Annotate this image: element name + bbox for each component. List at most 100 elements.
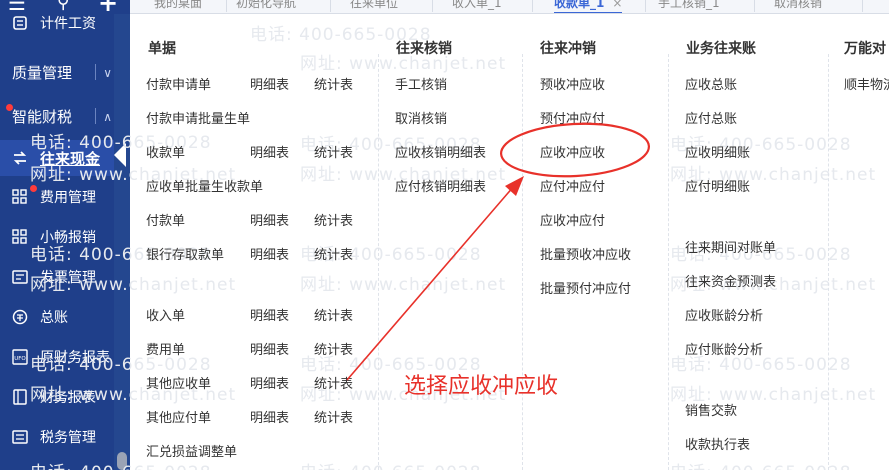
column-header-offset: 往来冲销 <box>540 41 596 57</box>
menu-link-cancel-reconcile[interactable]: 取消核销 <box>395 108 447 127</box>
menu-link-detail[interactable]: 明细表 <box>250 305 289 324</box>
tab-manual-reconcile[interactable]: 手工核销_1 <box>658 0 720 13</box>
menu-link-stats[interactable]: 统计表 <box>314 373 353 392</box>
watermark-text: 电话: 400-665-0028 <box>670 458 852 470</box>
tab-desktop[interactable]: 我的桌面 <box>154 0 202 13</box>
app-root: ☰ ⚲ + 我的桌面 初始化导航 往来单位 收入单_1 收款单_1 × 手工核销_… <box>0 0 889 470</box>
menu-link-sf-logistics[interactable]: 顺丰物流 <box>844 74 889 93</box>
menu-link-ap-general-ledger[interactable]: 应付总账 <box>685 108 737 127</box>
menu-link-ar-reconcile-detail[interactable]: 应收核销明细表 <box>395 142 486 161</box>
doc-icon <box>12 15 28 31</box>
sidebar-item-expense[interactable]: 费用管理 <box>0 179 114 215</box>
ufo-icon: UFO <box>12 349 28 365</box>
menu-link-stats[interactable]: 统计表 <box>314 339 353 358</box>
column-divider <box>828 54 829 470</box>
tab-init-guide[interactable]: 初始化导航 <box>236 0 296 13</box>
menu-link-stats[interactable]: 统计表 <box>314 142 353 161</box>
menu-link-ap-detail-ledger[interactable]: 应付明细账 <box>685 176 750 195</box>
invoice-icon <box>12 269 28 285</box>
sidebar-item-ledger[interactable]: 总账 <box>0 299 114 335</box>
menu-link-period-statement[interactable]: 往来期间对账单 <box>685 237 776 256</box>
menu-link-detail[interactable]: 明细表 <box>250 407 289 426</box>
sidebar-item-cash[interactable]: 往来现金 <box>0 140 114 176</box>
sidebar-scrollbar[interactable] <box>114 14 130 470</box>
menu-link-ar-detail-ledger[interactable]: 应收明细账 <box>685 142 750 161</box>
close-icon[interactable]: × <box>612 0 622 10</box>
menu-link-other-payable[interactable]: 其他应付单 <box>146 407 211 426</box>
tab-bar: 我的桌面 初始化导航 往来单位 收入单_1 收款单_1 × 手工核销_1 取消核销 <box>130 0 889 14</box>
menu-link-manual-reconcile[interactable]: 手工核销 <box>395 74 447 93</box>
sidebar-item-piecework[interactable]: 计件工资 <box>0 10 114 36</box>
grid-icon <box>12 229 28 245</box>
column-header-reconcile: 往来核销 <box>396 41 452 57</box>
menu-link-income[interactable]: 收入单 <box>146 305 185 324</box>
menu-link-detail[interactable]: 明细表 <box>250 244 289 263</box>
sidebar-item-tax[interactable]: 税务管理 <box>0 419 114 455</box>
tab-partners[interactable]: 往来单位 <box>350 0 398 13</box>
menu-link-prepay-offset-ap[interactable]: 预付冲应付 <box>540 108 605 127</box>
menu-link-stats[interactable]: 统计表 <box>314 244 353 263</box>
sidebar-item-reimburse[interactable]: 小畅报销 <box>0 219 114 255</box>
sidebar-item-report[interactable]: 财务报表 <box>0 379 114 415</box>
grid-icon <box>12 189 28 205</box>
column-header-wanneng: 万能对 <box>844 41 886 57</box>
column-header-business: 业务往来账 <box>686 41 756 57</box>
column-divider <box>378 54 379 470</box>
menu-link-ap-aging[interactable]: 应付账龄分析 <box>685 339 763 358</box>
notification-dot <box>6 104 13 111</box>
menu-link-batch-prepay-offset[interactable]: 批量预付冲应付 <box>540 278 631 297</box>
menu-link-ar-general-ledger[interactable]: 应收总账 <box>685 74 737 93</box>
tab-cancel-reconcile[interactable]: 取消核销 <box>774 0 822 13</box>
menu-link-prerecv-offset-ar[interactable]: 预收冲应收 <box>540 74 605 93</box>
menu-link-cash-forecast[interactable]: 往来资金预测表 <box>685 271 776 290</box>
tab-income[interactable]: 收入单_1 <box>452 0 502 13</box>
menu-link-ar-offset-ap[interactable]: 应收冲应付 <box>540 210 605 229</box>
menu-link-expense[interactable]: 费用单 <box>146 339 185 358</box>
notification-dot <box>30 185 37 192</box>
menu-link-other-receivable[interactable]: 其他应收单 <box>146 373 211 392</box>
menu-link-detail[interactable]: 明细表 <box>250 373 289 392</box>
menu-link-batch-prerecv-offset[interactable]: 批量预收冲应收 <box>540 244 631 263</box>
watermark-text: 网址: www.chanjet.net <box>300 275 507 295</box>
menu-link-receipt[interactable]: 收款单 <box>146 142 185 161</box>
watermark-text: 电话: 400-665-0028 <box>300 458 482 470</box>
menu-link-ap-reconcile-detail[interactable]: 应付核销明细表 <box>395 176 486 195</box>
ledger-icon <box>12 309 28 325</box>
menu-link-ar-offset-ar[interactable]: 应收冲应收 <box>540 142 605 161</box>
menu-link-stats[interactable]: 统计表 <box>314 210 353 229</box>
menu-link-ar-aging[interactable]: 应收账龄分析 <box>685 305 763 324</box>
column-divider <box>522 54 523 470</box>
chevron-up-icon[interactable]: ∧ <box>103 110 112 124</box>
menu-link-detail[interactable]: 明细表 <box>250 74 289 93</box>
menu-link-fx-adjust[interactable]: 汇兑损益调整单 <box>146 441 237 460</box>
menu-link-bank-deposit[interactable]: 银行存取款单 <box>146 244 224 263</box>
column-divider <box>668 54 669 470</box>
sidebar: 计件工资 质量管理 ∨ 智能财税 ∧ 往来现金 费用管理 小畅报销 发票管理 总… <box>0 14 130 470</box>
sidebar-group-quality[interactable]: 质量管理 ∨ <box>0 54 114 90</box>
menu-link-detail[interactable]: 明细表 <box>250 339 289 358</box>
menu-link-stats[interactable]: 统计表 <box>314 74 353 93</box>
menu-link-stats[interactable]: 统计表 <box>314 305 353 324</box>
menu-link-sales-payment[interactable]: 销售交款 <box>685 400 737 419</box>
active-pointer <box>114 143 126 167</box>
chevron-down-icon[interactable]: ∨ <box>103 66 112 80</box>
menu-link-receipt-execution[interactable]: 收款执行表 <box>685 434 750 453</box>
annotation-text: 选择应收冲应收 <box>404 374 559 399</box>
menu-link-ap-offset-ap[interactable]: 应付冲应付 <box>540 176 605 195</box>
report-icon <box>12 389 28 405</box>
menu-link-payment[interactable]: 付款单 <box>146 210 185 229</box>
menu-link-detail[interactable]: 明细表 <box>250 210 289 229</box>
tab-receipt[interactable]: 收款单_1 × <box>554 0 623 13</box>
menu-link-payment-request-batch[interactable]: 付款申请批量生单 <box>146 108 250 127</box>
menu-link-payment-request[interactable]: 付款申请单 <box>146 74 211 93</box>
sidebar-item-old-report[interactable]: UFO 原财务报表 <box>0 339 114 375</box>
exchange-icon <box>12 150 28 166</box>
menu-link-receivable-batch[interactable]: 应收单批量生收款单 <box>146 176 263 195</box>
tax-icon <box>12 429 28 445</box>
sidebar-item-invoice[interactable]: 发票管理 <box>0 259 114 295</box>
menu-link-stats[interactable]: 统计表 <box>314 407 353 426</box>
menu-panel: 电话: 400-665-0028 网址: www.chanjet.net 电话:… <box>30 14 889 470</box>
svg-text:UFO: UFO <box>14 356 26 362</box>
sidebar-group-smart-tax[interactable]: 智能财税 ∧ <box>0 98 114 134</box>
menu-link-detail[interactable]: 明细表 <box>250 142 289 161</box>
